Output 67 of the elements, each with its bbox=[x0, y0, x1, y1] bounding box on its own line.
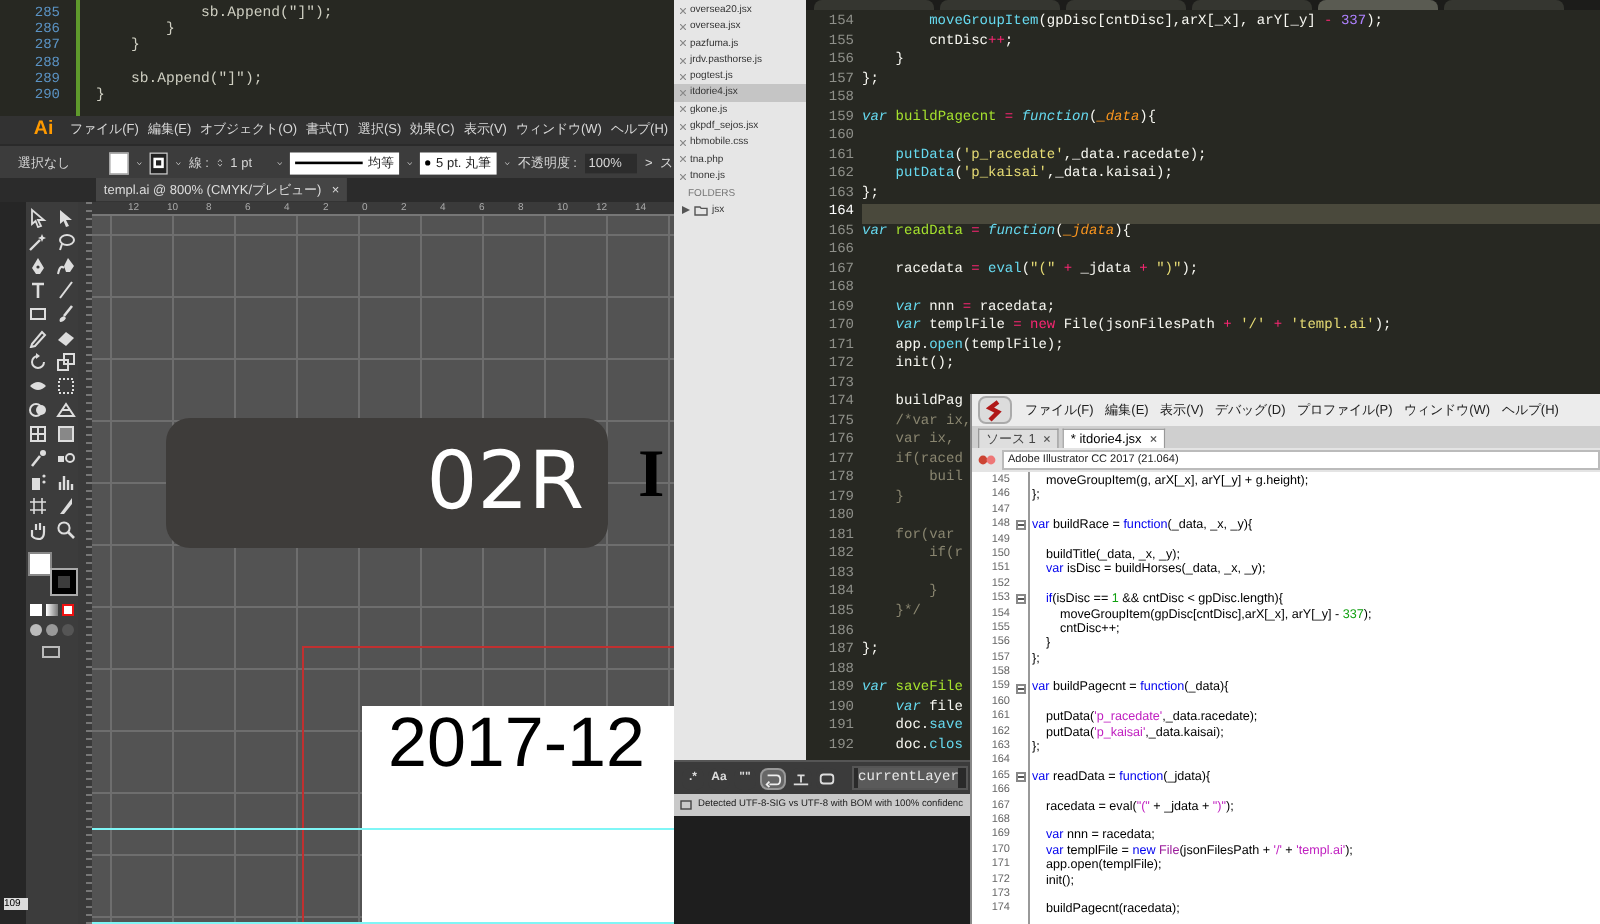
find-option-toggle[interactable] bbox=[816, 767, 838, 789]
close-icon[interactable] bbox=[680, 7, 686, 14]
pencil-icon[interactable] bbox=[27, 328, 48, 348]
line-tool-icon[interactable] bbox=[55, 280, 76, 300]
app-logo-button[interactable] bbox=[978, 396, 1012, 424]
in-selection-icon bbox=[792, 769, 810, 787]
gradient-mode-button[interactable] bbox=[45, 604, 58, 616]
paintbrush-icon[interactable] bbox=[55, 304, 76, 324]
folder-icon bbox=[694, 205, 708, 216]
rectangle-tool-icon[interactable] bbox=[27, 304, 48, 324]
collapse-toggle[interactable] bbox=[1016, 520, 1026, 531]
close-icon[interactable] bbox=[1149, 435, 1158, 443]
app-logo[interactable]: Ai bbox=[33, 116, 54, 144]
close-icon[interactable] bbox=[680, 40, 686, 47]
curvature-pen-icon[interactable] bbox=[55, 256, 76, 276]
stroke-swatch[interactable] bbox=[51, 570, 76, 594]
rotate-icon[interactable] bbox=[27, 352, 48, 372]
close-icon[interactable] bbox=[680, 140, 686, 147]
hand-icon[interactable] bbox=[27, 520, 48, 540]
color-mode-button[interactable] bbox=[29, 604, 42, 616]
wrap-icon bbox=[764, 769, 782, 787]
pen-icon[interactable] bbox=[27, 256, 48, 276]
eraser-icon[interactable] bbox=[55, 328, 76, 348]
selection-arrow-icon[interactable] bbox=[27, 208, 48, 228]
artboard-icon[interactable] bbox=[27, 496, 48, 516]
fill-color-swatch[interactable] bbox=[109, 151, 129, 174]
date-text: 2017-12 bbox=[388, 704, 645, 784]
heading-text: I bbox=[638, 436, 665, 516]
panel-toggle-icon[interactable] bbox=[680, 800, 692, 810]
collapse-toggle[interactable] bbox=[1016, 683, 1026, 694]
stroke-color-swatch[interactable] bbox=[149, 151, 168, 174]
direct-selection-arrow-icon[interactable] bbox=[55, 208, 76, 228]
screen-mode-button[interactable] bbox=[42, 646, 61, 658]
slice-icon[interactable] bbox=[55, 496, 76, 516]
symbol-sprayer-icon[interactable] bbox=[27, 472, 48, 492]
perspective-grid-icon[interactable] bbox=[55, 400, 76, 420]
blend-icon[interactable] bbox=[55, 448, 76, 468]
lasso-icon[interactable] bbox=[55, 232, 76, 252]
highlight-icon bbox=[818, 769, 836, 787]
app-logo-icon bbox=[986, 399, 1004, 421]
collapse-toggle[interactable] bbox=[1016, 772, 1026, 782]
close-icon[interactable] bbox=[680, 123, 686, 130]
close-icon[interactable] bbox=[680, 173, 686, 180]
close-icon[interactable] bbox=[680, 23, 686, 30]
bar-chart-icon[interactable] bbox=[55, 472, 76, 492]
gradient-icon[interactable] bbox=[55, 424, 76, 444]
mesh-icon[interactable] bbox=[27, 424, 48, 444]
close-icon[interactable] bbox=[680, 156, 686, 163]
magic-wand-icon[interactable] bbox=[27, 232, 48, 252]
type-tool-icon[interactable] bbox=[27, 280, 48, 300]
expand-arrow-icon bbox=[682, 206, 690, 215]
close-icon[interactable] bbox=[680, 57, 686, 64]
zoom-icon[interactable] bbox=[55, 520, 76, 540]
free-transform-icon[interactable] bbox=[55, 376, 76, 396]
find-option-toggle[interactable] bbox=[760, 767, 786, 789]
width-tool-icon[interactable] bbox=[27, 376, 48, 396]
shape-builder-icon[interactable] bbox=[27, 400, 48, 420]
close-icon[interactable] bbox=[680, 73, 686, 80]
collapse-toggle[interactable] bbox=[1016, 594, 1026, 605]
eyedropper-icon[interactable] bbox=[27, 448, 48, 468]
close-icon[interactable] bbox=[1043, 435, 1052, 443]
label-box: 02R bbox=[166, 418, 608, 548]
none-mode-button[interactable] bbox=[61, 604, 74, 616]
close-icon[interactable] bbox=[680, 106, 686, 113]
fill-swatch[interactable] bbox=[27, 552, 52, 576]
scale-icon[interactable] bbox=[55, 352, 76, 372]
connection-icon[interactable] bbox=[978, 454, 996, 466]
